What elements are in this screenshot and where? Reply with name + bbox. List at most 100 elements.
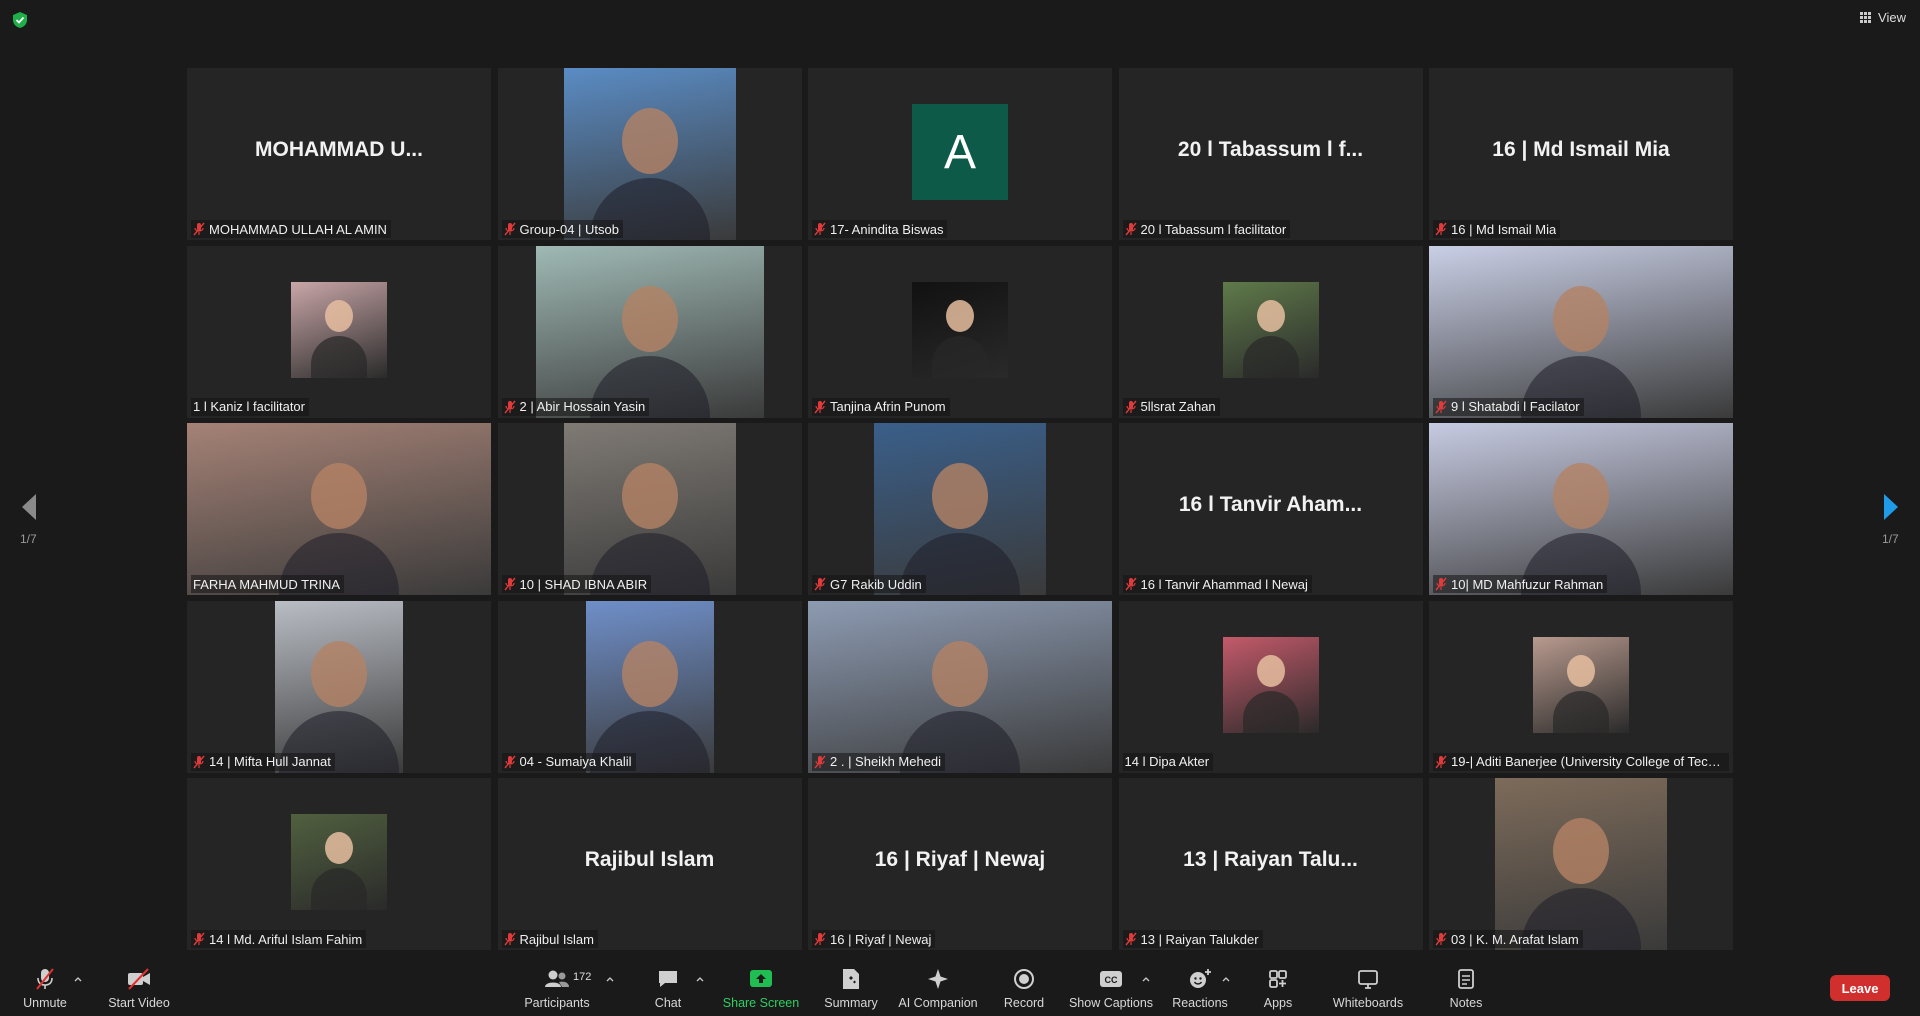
participant-tile[interactable]: FARHA MAHMUD TRINA <box>187 423 491 595</box>
participant-name-label: Rajibul Islam <box>501 930 598 948</box>
start-video-button[interactable]: Start Video <box>106 960 172 1016</box>
participant-display-name: 16 | Riyaf | Newaj <box>874 848 1046 871</box>
summary-button[interactable]: Summary <box>822 960 880 1016</box>
security-shield-icon[interactable] <box>12 11 28 29</box>
participant-tile[interactable]: 13 | Raiyan Talu... 13 | Raiyan Talukder <box>1118 778 1423 950</box>
whiteboards-button[interactable]: Whiteboards <box>1332 960 1404 1016</box>
reactions-button[interactable]: Reactions <box>1170 960 1230 1016</box>
participant-tile[interactable]: 9 l Shatabdi l Facilator <box>1429 245 1733 418</box>
page-indicator-left: 1/7 <box>20 532 37 546</box>
participant-name: 14 | Mifta Hull Jannat <box>209 754 331 769</box>
participant-name: 19-| Aditi Banerjee (University College … <box>1451 754 1725 769</box>
unmute-button[interactable]: Unmute <box>18 960 72 1016</box>
participant-tile[interactable]: 14 | Mifta Hull Jannat <box>187 600 491 773</box>
participants-button[interactable]: Participants <box>524 960 590 1016</box>
microphone-muted-icon <box>1435 577 1447 591</box>
participant-name-label: 10 | SHAD IBNA ABIR <box>501 575 652 593</box>
participant-display-name: 20 l Tabassum l f... <box>1177 138 1364 161</box>
apps-button[interactable]: Apps <box>1258 960 1298 1016</box>
person-silhouette <box>311 640 367 707</box>
participant-tile[interactable]: A 17- Anindita Biswas <box>808 68 1112 240</box>
participant-tile[interactable]: 10 | SHAD IBNA ABIR <box>497 423 802 595</box>
participant-display-name: 16 l Tanvir Aham... <box>1178 493 1363 516</box>
share-screen-button[interactable]: Share Screen <box>722 960 800 1016</box>
ai-sparkle-icon <box>928 969 948 989</box>
participant-tile[interactable]: 10| MD Mahfuzur Rahman <box>1429 423 1733 595</box>
participant-tile[interactable]: 19-| Aditi Banerjee (University College … <box>1429 600 1733 773</box>
participant-name-label: 1 l Kaniz l facilitator <box>191 397 309 416</box>
microphone-muted-icon <box>193 932 205 946</box>
participant-tile[interactable]: 2 . | Sheikh Mehedi <box>808 600 1112 773</box>
participant-photo <box>563 68 736 240</box>
captions-options-caret-icon[interactable] <box>1141 974 1151 984</box>
participants-options-caret-icon[interactable] <box>605 974 615 984</box>
next-page-arrow-icon[interactable] <box>1880 492 1902 522</box>
profile-picture <box>912 281 1008 378</box>
participant-tile[interactable]: Rajibul Islam Rajibul Islam <box>497 778 802 950</box>
chat-button[interactable]: Chat <box>646 960 690 1016</box>
microphone-muted-icon <box>1124 222 1137 236</box>
microphone-muted-icon <box>503 755 516 768</box>
participant-tile[interactable]: G7 Rakib Uddin <box>808 423 1112 595</box>
participants-label: Participants <box>524 996 590 1010</box>
participant-name-label: 14 l Dipa Akter <box>1122 752 1214 771</box>
participant-tile[interactable]: 20 l Tabassum l f... 20 l Tabassum l faci… <box>1118 68 1423 240</box>
view-button[interactable]: View <box>1860 10 1906 25</box>
profile-picture <box>291 814 387 910</box>
participant-name: 14 l Md. Ariful Islam Fahim <box>209 931 363 947</box>
participant-name-label: 19-| Aditi Banerjee (University College … <box>1433 752 1729 771</box>
profile-picture <box>291 281 387 378</box>
microphone-muted-icon <box>193 755 205 768</box>
participant-name: Rajibul Islam <box>519 931 594 947</box>
participant-name: MOHAMMAD ULLAH AL AMIN <box>209 221 387 237</box>
microphone-muted-icon <box>503 932 516 946</box>
participant-name-label: 20 l Tabassum l facilitator <box>1122 220 1291 238</box>
summary-label: Summary <box>824 996 878 1010</box>
participant-tile[interactable]: 04 - Sumaiya Khalil <box>497 600 802 773</box>
microphone-muted-icon <box>503 400 516 413</box>
participant-tile[interactable]: 2 | Abir Hossain Yasin <box>497 245 802 418</box>
participant-name-label: 10| MD Mahfuzur Rahman <box>1433 575 1608 593</box>
participant-name: Tanjina Afrin Punom <box>830 399 946 414</box>
participant-name-label: 16 l Tanvir Ahammad l Newaj <box>1122 575 1312 593</box>
participant-display-name: MOHAMMAD U... <box>255 138 423 161</box>
participant-tile[interactable]: 1 l Kaniz l facilitator <box>187 245 491 418</box>
audio-options-caret-icon[interactable] <box>73 974 83 984</box>
whiteboard-icon <box>1358 970 1378 989</box>
participant-tile[interactable]: 14 l Md. Ariful Islam Fahim <box>187 778 491 950</box>
participant-tile[interactable]: Tanjina Afrin Punom <box>808 245 1112 418</box>
microphone-muted-icon <box>814 932 826 946</box>
participant-photo <box>275 600 403 773</box>
participant-name-label: 17- Anindita Biswas <box>812 220 948 238</box>
reactions-options-caret-icon[interactable] <box>1221 974 1231 984</box>
chat-label: Chat <box>654 996 682 1010</box>
participants-icon <box>545 970 569 987</box>
microphone-muted-icon <box>503 222 516 236</box>
participant-tile[interactable]: 14 l Dipa Akter <box>1118 600 1423 773</box>
participant-tile[interactable]: 16 l Tanvir Aham... 16 l Tanvir Ahammad l… <box>1118 423 1423 595</box>
participant-tile[interactable]: 5llsrat Zahan <box>1118 245 1423 418</box>
participant-name-label: 13 | Raiyan Talukder <box>1122 930 1263 948</box>
leave-button[interactable]: Leave <box>1830 975 1890 1001</box>
participant-name: 10 | SHAD IBNA ABIR <box>519 576 648 592</box>
participant-photo <box>874 423 1046 595</box>
notes-button[interactable]: Notes <box>1446 960 1486 1016</box>
chat-options-caret-icon[interactable] <box>695 974 705 984</box>
participant-display-name: 16 | Md Ismail Mia <box>1492 138 1670 161</box>
participant-name-label: 9 l Shatabdi l Facilator <box>1433 397 1584 416</box>
participant-tile[interactable]: 03 | K. M. Arafat Islam <box>1429 778 1733 950</box>
meeting-toolbar: Unmute Start Video Participants 172 Chat <box>0 960 1920 1016</box>
person-silhouette <box>946 299 974 332</box>
participant-tile[interactable]: MOHAMMAD U... MOHAMMAD ULLAH AL AMIN <box>187 68 491 240</box>
record-button[interactable]: Record <box>1002 960 1046 1016</box>
participant-tile[interactable]: 16 | Md Ismail Mia 16 | Md Ismail Mia <box>1429 68 1733 240</box>
participant-tile[interactable]: 16 | Riyaf | Newaj 16 | Riyaf | Newaj <box>808 778 1112 950</box>
person-silhouette <box>325 299 353 332</box>
previous-page-arrow-icon[interactable] <box>18 492 40 522</box>
participant-name: 1 l Kaniz l facilitator <box>193 399 305 414</box>
microphone-muted-icon <box>503 577 516 591</box>
ai-companion-button[interactable]: AI Companion <box>896 960 980 1016</box>
participant-tile[interactable]: Group-04 | Utsob <box>497 68 802 240</box>
person-silhouette <box>621 640 678 707</box>
show-captions-button[interactable]: CC Show Captions <box>1068 960 1154 1016</box>
